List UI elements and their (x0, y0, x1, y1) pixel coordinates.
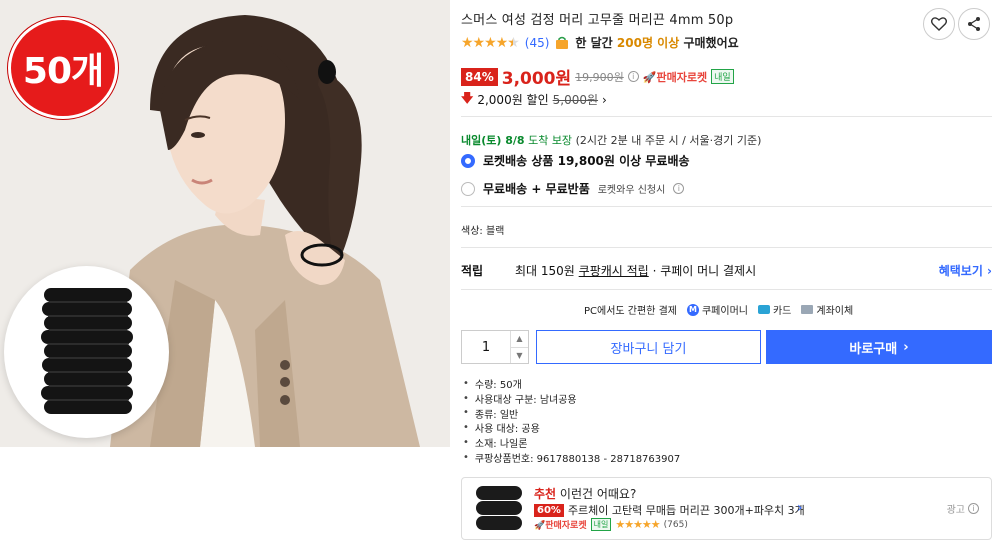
extra-discount-row[interactable]: 🡇 2,000원 할인 5,000원 › (461, 89, 607, 110)
divider (461, 206, 992, 207)
arrival-day: 내일(토) 8/8 (461, 134, 525, 147)
quantity-stepper[interactable]: 1 ▲ ▼ (461, 330, 529, 364)
chevron-right-icon[interactable]: › (797, 500, 803, 516)
recommendation-head-rest: 이런건 어때요? (559, 487, 637, 501)
recommendation-seller: 🚀판매자로켓 (534, 521, 587, 531)
arrival-info: 내일(토) 8/8 도착 보장 (2시간 2분 내 주문 시 / 서울·경기 기… (461, 132, 761, 148)
recommendation-thumbnail (476, 485, 522, 533)
shopping-bag-icon (555, 36, 569, 50)
chevron-right-icon: › (602, 92, 607, 107)
spec-item: 수량: 50개 (463, 376, 680, 391)
card-label: 카드 (772, 306, 792, 317)
points-suffix: · 쿠페이 머니 결제시 (652, 264, 757, 278)
price-info-icon[interactable]: i (627, 71, 639, 82)
payment-methods: PC에서도 간편한 결제 M 쿠페이머니 카드 계좌이체 (584, 302, 853, 317)
review-count-link[interactable]: (45) (525, 36, 550, 50)
benefit-link[interactable]: 혜택보기 › (939, 262, 992, 279)
sale-price: 3,000원 (501, 69, 572, 89)
heart-icon (931, 17, 947, 31)
wishlist-button[interactable] (923, 8, 955, 40)
spec-item: 사용대상 구분: 남녀공용 (463, 391, 680, 406)
seller-rocket-label: 🚀판매자로켓 (642, 70, 708, 84)
extra-discount-base: 5,000원 (552, 93, 599, 107)
quantity-input[interactable]: 1 (462, 331, 510, 363)
color-option: 색상: 블랙 (461, 226, 505, 237)
payment-card: 카드 (757, 302, 792, 317)
bank-icon (801, 305, 814, 314)
price-row: 84% 3,000원 19,900원 i 🚀판매자로켓 내일 (461, 64, 734, 89)
divider (461, 247, 992, 248)
spec-item: 소재: 나일론 (463, 435, 680, 450)
coupay-icon: M (686, 303, 699, 316)
ad-text: 광고 (946, 505, 965, 516)
chevron-right-icon: › (903, 339, 909, 355)
spec-item: 사용 대상: 공용 (463, 420, 680, 435)
delivery-option-wow[interactable]: 무료배송 + 무료반품 로켓와우 신청시 i (461, 180, 685, 197)
buy-now-label: 바로구매 (849, 341, 898, 357)
add-to-cart-button[interactable]: 장바구니 담기 (536, 330, 761, 364)
delivery-option-rocket-label: 로켓배송 상품 19,800원 이상 무료배송 (483, 154, 690, 168)
rating-stars[interactable]: ★★★★★★ (461, 35, 520, 51)
spec-item: 종류: 일반 (463, 406, 680, 421)
bank-label: 계좌이체 (816, 306, 854, 317)
buy-now-button[interactable]: 바로구매 › (766, 330, 992, 364)
increment-icon[interactable]: ▲ (511, 331, 528, 347)
quantity-badge: 50개 (8, 17, 118, 119)
share-button[interactable] (958, 8, 990, 40)
product-inset-circle (4, 266, 169, 438)
original-price: 19,900원 (575, 70, 624, 84)
ad-info-icon[interactable]: i (968, 503, 979, 514)
payment-coupay: M 쿠페이머니 (686, 302, 748, 317)
purchase-count-note: 한 달간 200명 이상 구매했어요 (575, 34, 738, 51)
recommendation-meta: 🚀판매자로켓 내일 ★★★★★ (765) (534, 518, 688, 531)
coupay-label: 쿠페이머니 (701, 306, 748, 317)
buy-note-highlight: 200명 이상 (616, 36, 680, 50)
points-text: 최대 150원 쿠팡캐시 적립 · 쿠페이 머니 결제시 (515, 262, 756, 279)
points-row: 적립 최대 150원 쿠팡캐시 적립 · 쿠페이 머니 결제시 혜택보기 › (461, 262, 992, 279)
extra-discount-text: 2,000원 할인 (477, 93, 549, 107)
points-prefix: 최대 150원 (515, 264, 575, 278)
radio-selected[interactable] (461, 153, 475, 168)
radio-unselected[interactable] (461, 181, 475, 196)
arrival-note: (2시간 2분 내 주문 시 / 서울·경기 기준) (575, 134, 762, 147)
recommendation-title: 주르체이 고탄력 무매듭 머리끈 300개+파우치 3개 (567, 504, 805, 517)
recommendation-product: 60% 주르체이 고탄력 무매듭 머리끈 300개+파우치 3개 (534, 502, 805, 518)
recommendation-discount: 60% (534, 503, 564, 517)
recommendation-stars: ★★★★★ (615, 518, 660, 531)
quantity-buttons: ▲ ▼ (510, 331, 528, 363)
spec-item: 쿠팡상품번호: 9617880138 - 28718763907 (463, 450, 680, 465)
share-icon (968, 17, 980, 31)
points-label: 적립 (461, 264, 484, 278)
tomorrow-tag: 내일 (711, 69, 734, 84)
delivery-option-wow-note: 로켓와우 신청시 (597, 185, 666, 196)
pc-payment-note: PC에서도 간편한 결제 (584, 306, 677, 317)
buy-note-suffix: 구매했어요 (683, 36, 739, 50)
coupang-cash-link[interactable]: 쿠팡캐시 적립 (579, 264, 649, 278)
card-icon (757, 305, 770, 314)
recommendation-card[interactable]: 추천 이런건 어때요? 60% 주르체이 고탄력 무매듭 머리끈 300개+파우… (461, 477, 992, 540)
delivery-option-rocket[interactable]: 로켓배송 상품 19,800원 이상 무료배송 (461, 152, 690, 169)
recommendation-review-count: (765) (663, 519, 688, 530)
ad-label: 광고 i (947, 501, 979, 516)
product-page: 50개 스머스 여성 검정 머리 고무줄 머리끈 4mm 50p ★★★★★ (… (0, 0, 1000, 552)
divider (461, 289, 992, 290)
hair-tie-stack-icon (41, 288, 133, 414)
product-image[interactable]: 50개 (0, 0, 450, 447)
rating-row: ★★★★★★ (45) 한 달간 200명 이상 구매했어요 (461, 34, 739, 51)
discount-badge: 84% (461, 67, 498, 86)
decrement-icon[interactable]: ▼ (511, 346, 528, 364)
spec-list: 수량: 50개 사용대상 구분: 남녀공용 종류: 일반 사용 대상: 공용 소… (463, 376, 680, 465)
product-title: 스머스 여성 검정 머리 고무줄 머리끈 4mm 50p (461, 13, 734, 28)
recommendation-head-red: 추천 (534, 487, 557, 501)
payment-bank: 계좌이체 (801, 302, 853, 317)
delivery-option-wow-label: 무료배송 + 무료반품 (483, 182, 590, 196)
wow-info-icon[interactable]: i (673, 183, 685, 194)
divider (461, 116, 992, 117)
recommendation-heading: 추천 이런건 어때요? (534, 485, 636, 502)
arrival-guarantee: 도착 보장 (528, 134, 573, 147)
arrow-down-icon: 🡇 (461, 91, 474, 105)
recommendation-tomorrow-tag: 내일 (590, 518, 612, 531)
buy-note-prefix: 한 달간 (575, 36, 613, 50)
